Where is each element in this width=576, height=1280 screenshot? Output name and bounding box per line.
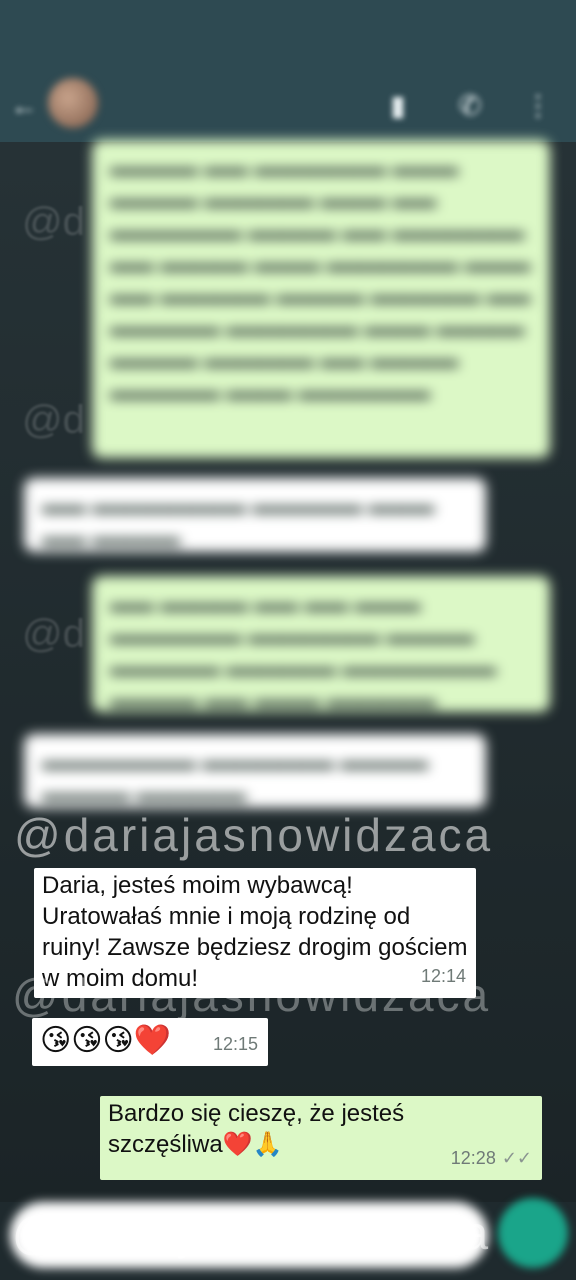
message-bubble-outgoing[interactable]: ▬▬ ▬▬▬▬ ▬▬ ▬▬ ▬▬▬ ▬▬▬▬▬▬ ▬▬▬▬▬▬ ▬▬▬▬ ▬▬▬… bbox=[92, 576, 550, 712]
arrow-left-icon[interactable]: ← bbox=[10, 90, 38, 122]
message-text: ▬▬▬▬ ▬▬ ▬▬▬▬▬▬ ▬▬▬ ▬▬▬▬ ▬▬▬▬▬ ▬▬▬ ▬▬ ▬▬▬… bbox=[110, 155, 531, 404]
watermark-faint: @d bbox=[22, 612, 85, 656]
message-bubble-outgoing[interactable]: ▬▬▬▬ ▬▬ ▬▬▬▬▬▬ ▬▬▬ ▬▬▬▬ ▬▬▬▬▬ ▬▬▬ ▬▬ ▬▬▬… bbox=[92, 140, 550, 458]
more-vert-icon[interactable]: ⋮ bbox=[518, 86, 558, 126]
message-emoji: 😘😘😘❤️ bbox=[40, 1024, 172, 1057]
double-check-icon: ✓✓ bbox=[501, 1148, 532, 1168]
message-time-row: 12:28 ✓✓ bbox=[451, 1143, 532, 1174]
message-bubble-incoming[interactable]: 😘😘😘❤️ 12:15 bbox=[32, 1018, 268, 1066]
message-bubble-outgoing[interactable]: Bardzo się cieszę, że jesteś szczęśliwa❤… bbox=[100, 1096, 542, 1180]
avatar[interactable] bbox=[48, 78, 98, 128]
message-time: 12:28 bbox=[450, 1148, 496, 1168]
watermark: @dariajasnowidzaca bbox=[12, 969, 492, 1021]
message-text: ▬▬ ▬▬▬▬▬▬▬ ▬▬▬▬▬ ▬▬▬ ▬▬ ▬▬▬▬ bbox=[42, 493, 435, 550]
message-bubble-incoming[interactable]: ▬▬▬▬▬▬▬ ▬▬▬▬▬▬ ▬▬▬▬ ▬▬▬▬ ▬▬▬▬▬ bbox=[24, 734, 486, 808]
message-bubble-incoming[interactable]: ▬▬ ▬▬▬▬▬▬▬ ▬▬▬▬▬ ▬▬▬ ▬▬ ▬▬▬▬ bbox=[24, 478, 486, 552]
phone-icon[interactable]: ✆ bbox=[450, 86, 490, 126]
watermark: @dariajasnowidzaca bbox=[12, 1207, 492, 1259]
chat-toolbar: ← ▮ ✆ ⋮ bbox=[0, 72, 576, 142]
message-time: 12:15 bbox=[212, 1034, 258, 1054]
message-text: ▬▬ ▬▬▬▬ ▬▬ ▬▬ ▬▬▬ ▬▬▬▬▬▬ ▬▬▬▬▬▬ ▬▬▬▬ ▬▬▬… bbox=[110, 591, 497, 712]
message-text: Bardzo się cieszę, że jesteś szczęśliwa❤… bbox=[108, 1100, 405, 1158]
watermark-faint: @d bbox=[22, 200, 85, 244]
video-call-icon[interactable]: ▮ bbox=[378, 86, 418, 126]
mic-icon[interactable] bbox=[498, 1198, 568, 1268]
watermark-faint: @d bbox=[22, 398, 85, 442]
watermark: @dariajasnowidzaca bbox=[14, 809, 494, 861]
status-bar bbox=[0, 0, 576, 72]
